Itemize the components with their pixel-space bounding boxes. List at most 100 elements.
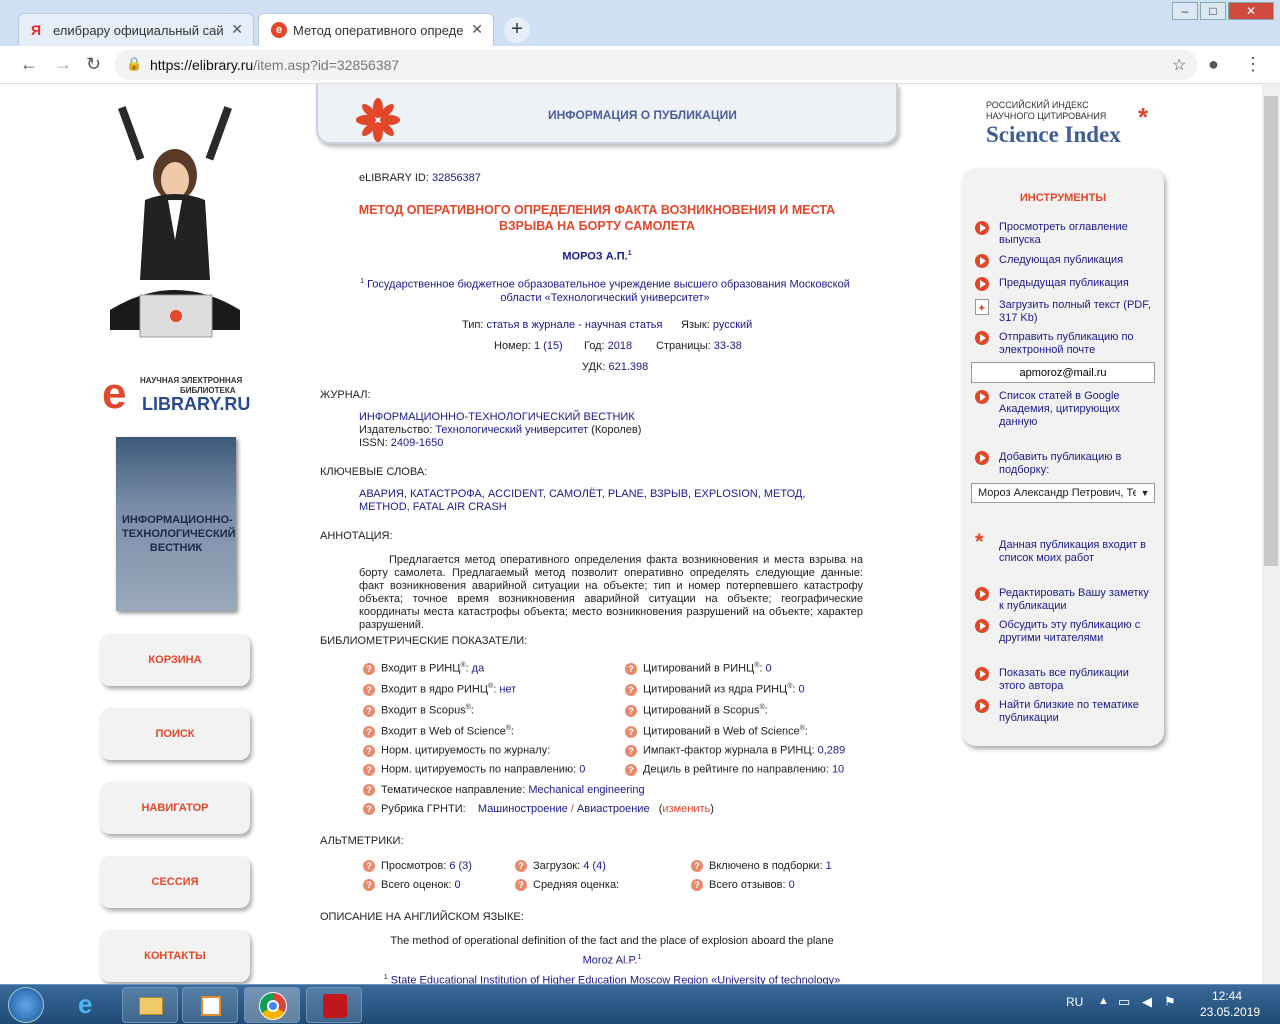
help-icon[interactable]: ? — [363, 704, 375, 717]
forward-icon[interactable]: → — [54, 54, 72, 75]
flag-icon[interactable]: ⚑ — [1164, 994, 1176, 1010]
menu-icon[interactable]: ⋮ — [1244, 54, 1262, 75]
add-collection-link[interactable]: Добавить публикацию в подборку: — [975, 451, 1155, 477]
clock-time[interactable]: 12:44 — [1212, 989, 1242, 1003]
network-icon[interactable]: ▭ — [1118, 994, 1130, 1010]
journal-link[interactable]: ИНФОРМАЦИОННО-ТЕХНОЛОГИЧЕСКИЙ ВЕСТНИК — [359, 411, 635, 423]
keyword-link[interactable]: ВЗРЫВ — [650, 488, 688, 500]
english-author[interactable]: Moroz Al.P.1 — [330, 954, 894, 967]
download-pdf-link[interactable]: ✦ Загрузить полный текст (PDF, 317 Kb) — [975, 299, 1155, 325]
keyword-link[interactable]: FATAL AIR CRASH — [413, 501, 507, 513]
keyword-link[interactable]: PLANE — [608, 488, 644, 500]
help-icon[interactable]: ? — [363, 879, 375, 892]
email-input[interactable] — [971, 362, 1155, 383]
volume-icon[interactable]: ◀ — [1142, 994, 1152, 1010]
views-value[interactable]: 6 (3) — [449, 860, 472, 872]
affiliation[interactable]: 1 Государственное бюджетное образователь… — [350, 275, 860, 305]
close-tab-icon[interactable]: ✕ — [231, 21, 243, 38]
keyword-link[interactable]: МЕТОД — [764, 488, 803, 500]
start-button[interactable] — [8, 987, 44, 1023]
metric-value[interactable]: 10 — [832, 764, 844, 776]
grnti-link-2[interactable]: Авиастроение — [577, 803, 650, 815]
explorer-icon[interactable] — [122, 987, 178, 1023]
help-icon[interactable]: ? — [625, 683, 637, 696]
change-grnti-link[interactable]: изменить — [662, 803, 710, 815]
metric-value[interactable]: 0 — [579, 764, 585, 776]
keyword-link[interactable]: METHOD — [359, 501, 407, 513]
email-pub-link[interactable]: Отправить публикацию по электронной почт… — [975, 331, 1155, 357]
help-icon[interactable]: ? — [625, 662, 637, 675]
help-icon[interactable]: ? — [625, 704, 637, 717]
scrollbar-thumb[interactable] — [1264, 96, 1278, 566]
next-pub-link[interactable]: Следующая публикация — [975, 254, 1155, 268]
number-link[interactable]: 1 (15) — [534, 340, 563, 352]
acrobat-icon[interactable] — [306, 987, 362, 1023]
keyword-link[interactable]: ACCIDENT — [488, 488, 543, 500]
help-icon[interactable]: ? — [625, 763, 637, 776]
help-icon[interactable]: ? — [363, 744, 375, 757]
english-author-name[interactable]: Moroz Al.P. — [583, 955, 638, 967]
chrome-icon[interactable] — [244, 987, 300, 1023]
help-icon[interactable]: ? — [363, 662, 375, 675]
maximize-button[interactable]: □ — [1200, 2, 1226, 20]
back-icon[interactable]: ← — [20, 54, 38, 75]
google-scholar-link[interactable]: Список статей в Google Академия, цитирую… — [975, 390, 1155, 429]
collections-value[interactable]: 1 — [826, 860, 832, 872]
keyword-link[interactable]: АВАРИЯ — [359, 488, 404, 500]
discuss-link[interactable]: Обсудить эту публикацию с другими читате… — [975, 619, 1155, 645]
reload-icon[interactable]: ↻ — [86, 54, 101, 75]
ie-icon[interactable]: e — [62, 987, 118, 1023]
downloads-value[interactable]: 4 (4) — [583, 860, 606, 872]
similar-pubs-link[interactable]: Найти близкие по тематике публикации — [975, 699, 1155, 725]
url-field[interactable]: 🔒 https://elibrary.ru/item.asp?id=328563… — [114, 50, 1198, 80]
keyword-link[interactable]: САМОЛЁТ — [549, 488, 602, 500]
help-icon[interactable]: ? — [515, 860, 527, 873]
elibrary-id-link[interactable]: 32856387 — [432, 172, 481, 184]
account-icon[interactable]: ● — [1208, 54, 1219, 75]
help-icon[interactable]: ? — [691, 860, 703, 873]
metric-value[interactable]: нет — [499, 684, 516, 696]
media-player-icon[interactable] — [182, 987, 238, 1023]
publisher-link[interactable]: Технологический университет — [435, 424, 588, 436]
grnti-link-1[interactable]: Машиностроение — [478, 803, 568, 815]
metric-value[interactable]: 0,289 — [818, 745, 846, 757]
star-icon[interactable]: ☆ — [1172, 55, 1186, 75]
contacts-button[interactable]: КОНТАКТЫ — [100, 930, 250, 982]
author-pubs-link[interactable]: Показать все публикации этого автора — [975, 667, 1155, 693]
help-icon[interactable]: ? — [363, 725, 375, 738]
minimize-button[interactable]: – — [1172, 2, 1198, 20]
help-icon[interactable]: ? — [363, 763, 375, 776]
author-name[interactable]: МОРОЗ А.П. — [562, 251, 627, 263]
affiliation-text[interactable]: Государственное бюджетное образовательно… — [367, 279, 850, 304]
help-icon[interactable]: ? — [363, 860, 375, 873]
author[interactable]: МОРОЗ А.П.1 — [330, 250, 864, 263]
help-icon[interactable]: ? — [625, 744, 637, 757]
language-indicator[interactable]: RU — [1066, 995, 1083, 1009]
cart-button[interactable]: КОРЗИНА — [100, 634, 250, 686]
toc-link[interactable]: Просмотреть оглавление выпуска — [975, 221, 1155, 247]
journal-cover[interactable]: ИНФОРМАЦИОННО-ТЕХНОЛОГИЧЕСКИЙ ВЕСТНИК — [116, 437, 236, 611]
new-tab-button[interactable]: + — [504, 17, 530, 43]
metric-value[interactable]: да — [472, 663, 485, 675]
metric-value[interactable]: 0 — [799, 684, 805, 696]
help-icon[interactable]: ? — [625, 725, 637, 738]
help-icon[interactable]: ? — [515, 879, 527, 892]
clock-date[interactable]: 23.05.2019 — [1200, 1005, 1260, 1019]
elibrary-logo[interactable]: e НАУЧНАЯ ЭЛЕКТРОННАЯ БИБЛИОТЕКА LIBRARY… — [102, 372, 252, 420]
browser-tab-2[interactable]: e Метод оперативного определе ✕ — [258, 13, 494, 46]
help-icon[interactable]: ? — [691, 879, 703, 892]
keyword-link[interactable]: КАТАСТРОФА — [410, 488, 482, 500]
session-button[interactable]: СЕССИЯ — [100, 856, 250, 908]
science-index-logo[interactable]: РОССИЙСКИЙ ИНДЕКС НАУЧНОГО ЦИТИРОВАНИЯ S… — [986, 100, 1166, 152]
help-icon[interactable]: ? — [363, 803, 375, 816]
close-window-button[interactable]: ✕ — [1228, 2, 1274, 20]
browser-tab-1[interactable]: Я елибрару официальный сайт — ✕ — [18, 13, 254, 46]
edit-note-link[interactable]: Редактировать Вашу заметку к публикации — [975, 587, 1155, 613]
navigator-button[interactable]: НАВИГАТОР — [100, 782, 250, 834]
my-works-label[interactable]: Данная публикация входит в список моих р… — [999, 539, 1155, 565]
help-icon[interactable]: ? — [363, 683, 375, 696]
tray-expand-icon[interactable]: ▲ — [1098, 995, 1109, 1007]
metric-value[interactable]: 0 — [765, 663, 771, 675]
help-icon[interactable]: ? — [363, 784, 375, 797]
collection-select[interactable]: Мороз Александр Петрович, Тех ▼ — [971, 483, 1155, 503]
